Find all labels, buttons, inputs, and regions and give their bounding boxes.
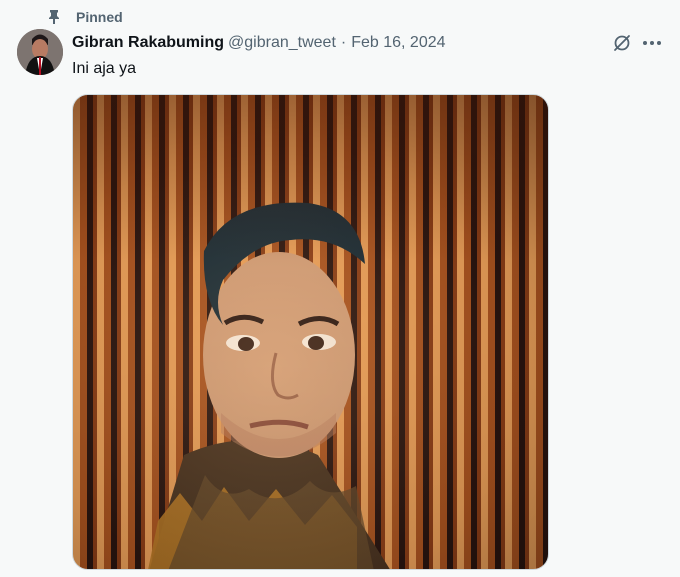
tweet-text: Ini aja ya <box>72 60 137 77</box>
tweet-header: Gibran Rakabuming @gibran_tweet · Feb 16… <box>72 33 446 53</box>
author-handle[interactable]: @gibran_tweet <box>228 34 336 52</box>
tweet-media[interactable] <box>72 94 549 570</box>
avatar[interactable] <box>17 29 63 75</box>
pinned-label: Pinned <box>46 8 123 26</box>
separator-dot: · <box>340 34 347 51</box>
pin-icon <box>49 10 59 24</box>
author-name[interactable]: Gibran Rakabuming <box>72 34 224 52</box>
more-icon[interactable] <box>641 33 663 53</box>
pinned-text: Pinned <box>76 9 123 25</box>
grok-icon[interactable] <box>612 33 632 53</box>
tweet-date[interactable]: Feb 16, 2024 <box>351 34 445 52</box>
meme-person-image <box>148 202 390 569</box>
